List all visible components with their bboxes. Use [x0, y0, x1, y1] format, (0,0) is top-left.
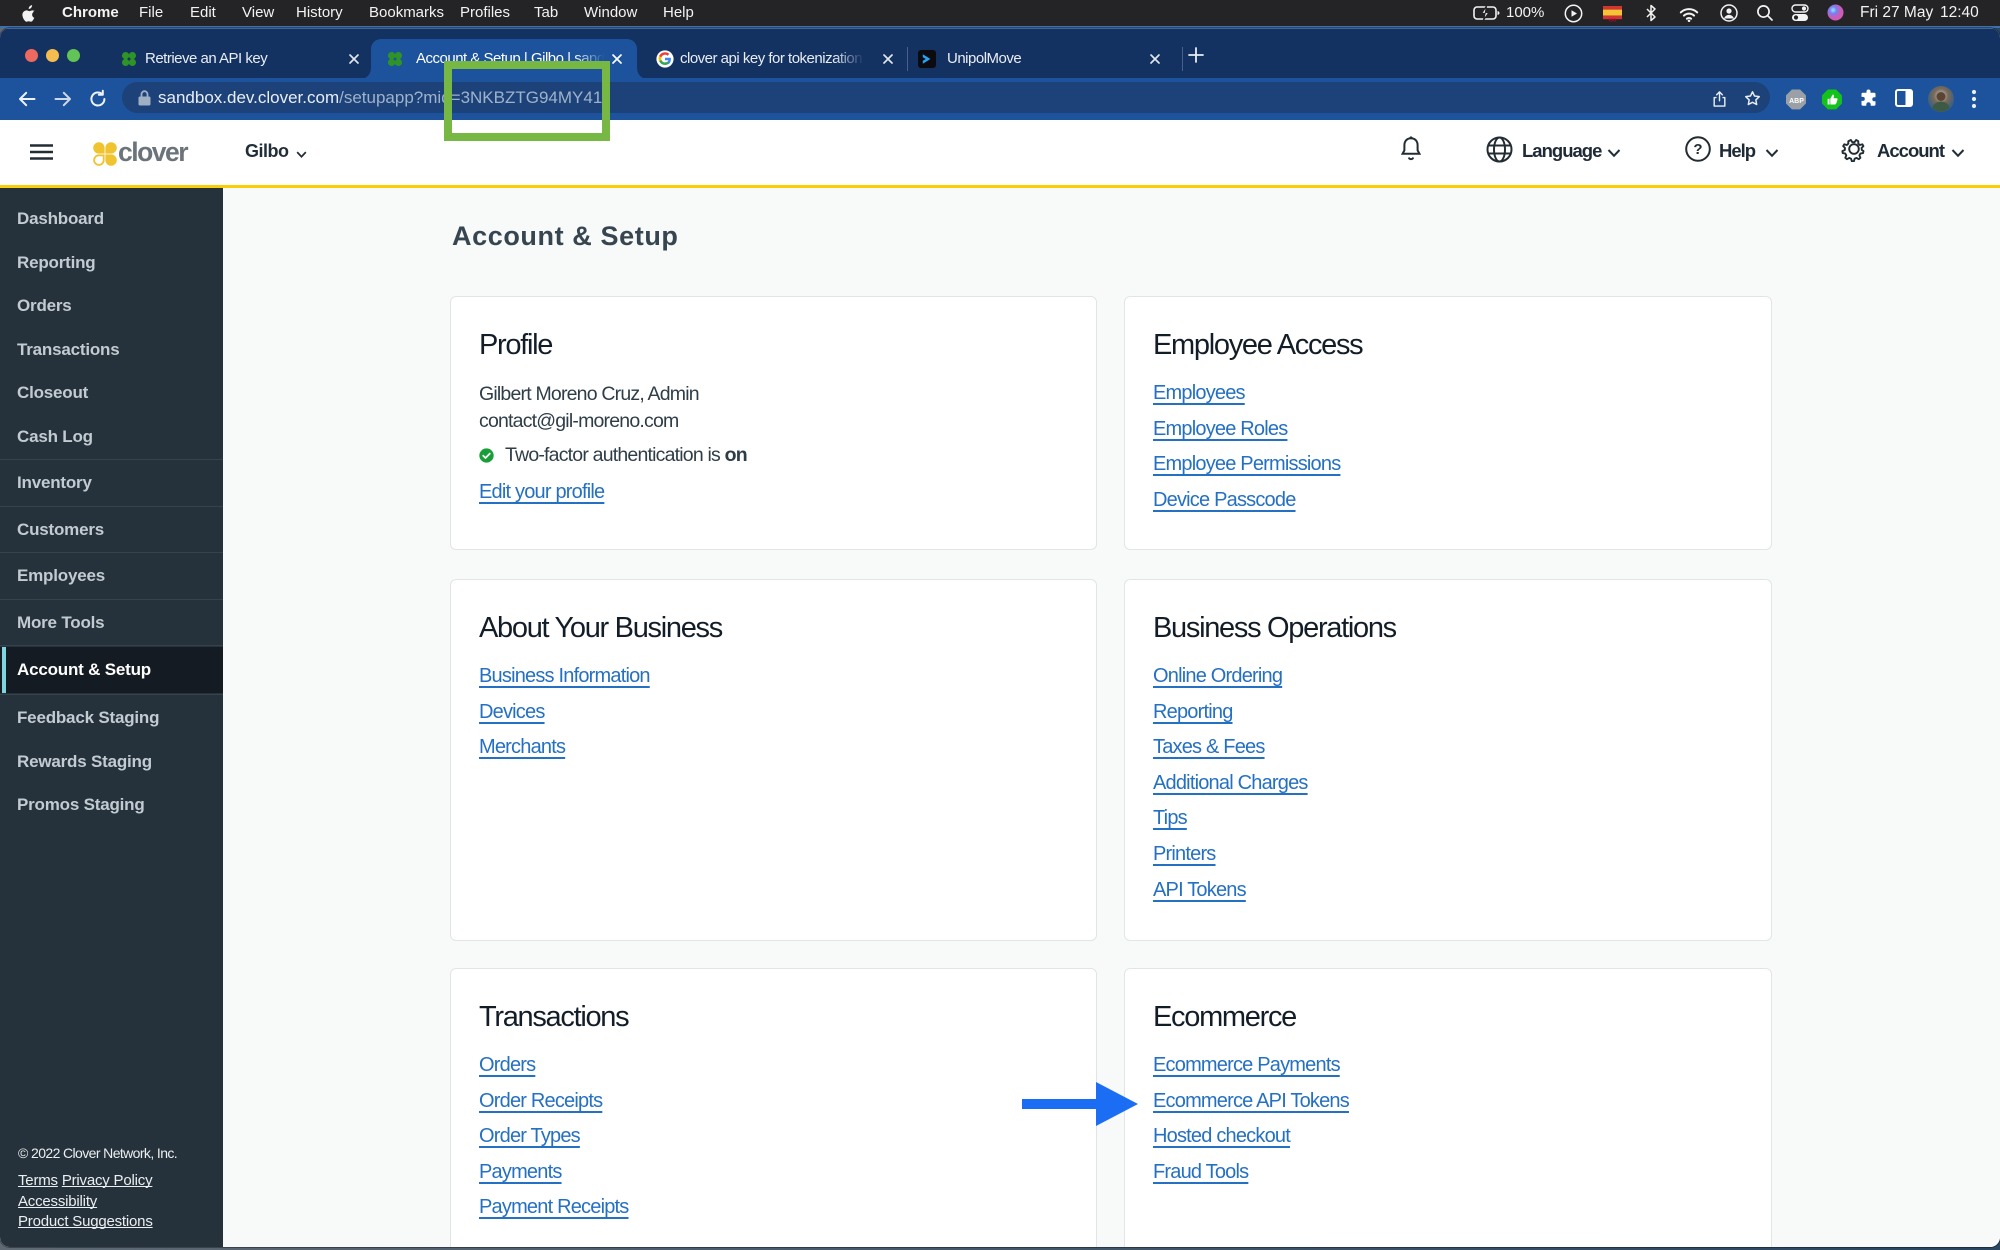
svg-text:?: ? — [1693, 141, 1702, 158]
svg-text:ISO: ISO — [1609, 18, 1617, 22]
svg-text:ABP: ABP — [1789, 98, 1804, 105]
